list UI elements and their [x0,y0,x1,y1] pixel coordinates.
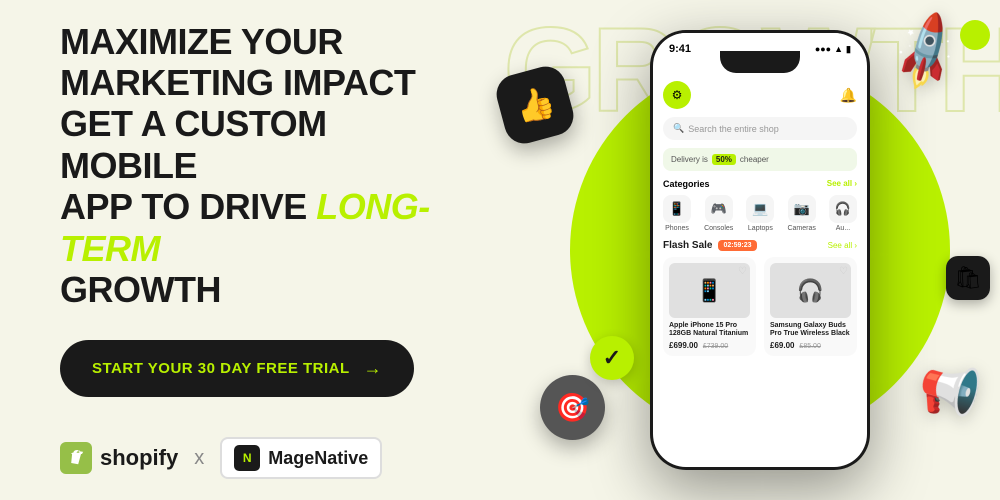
shopify-icon [60,442,92,474]
flash-sale-title-group: Flash Sale 02:59:23 [663,240,757,251]
flash-timer: 02:59:23 [718,240,756,251]
delivery-banner: Delivery is 50% cheaper [663,148,857,171]
cameras-icon: 📷 [788,195,816,223]
laptops-label: Laptops [748,225,773,232]
headline-line5: GROWTH [60,269,221,310]
cta-arrow-icon: → [364,358,383,379]
magenative-logo: N MageNative [220,437,382,479]
megaphone-icon: 📢 [911,354,986,427]
x-divider: x [194,447,204,470]
category-audio: 🎧 Au... [829,195,857,232]
delivery-suffix: cheaper [740,155,769,164]
search-placeholder: Search the entire shop [688,124,779,134]
products-row: 📱 ♡ Apple iPhone 15 Pro 128GB Natural Ti… [663,257,857,356]
store-icon: 🛍 [946,256,990,300]
wifi-icon: ▲ [834,44,843,54]
shopify-logo: shopify [60,442,178,474]
category-cameras: 📷 Cameras [787,195,815,232]
checkmark-icon: ✓ [590,336,634,380]
cta-label: START YOUR 30 DAY FREE TRIAL [92,360,350,377]
delivery-text: Delivery is [671,155,708,164]
cta-button[interactable]: START YOUR 30 DAY FREE TRIAL → [60,340,414,397]
phone-signal-icons: ●●● ▲ ▮ [815,44,851,55]
headline-line2: MARKETING IMPACT [60,62,415,103]
search-bar[interactable]: 🔍 Search the entire shop [663,117,857,140]
page-container: MAXIMIZE YOUR MARKETING IMPACT GET A CUS… [0,0,1000,500]
partners-row: shopify x N MageNative [60,437,470,479]
phone-notch [720,51,800,73]
buds-old-price: £85.00 [799,343,820,350]
iphone-price: £699.00 [669,341,698,350]
consoles-label: Consoles [704,225,733,232]
cameras-label: Cameras [787,225,815,232]
headline-line4: APP TO DRIVE [60,186,307,227]
product-buds[interactable]: 🎧 ♡ Samsung Galaxy Buds Pro True Wireles… [764,257,857,356]
buds-heart-icon[interactable]: ♡ [839,266,848,277]
headline-line1: MAXIMIZE YOUR [60,21,343,62]
headline-line3: GET A CUSTOM MOBILE [60,103,327,185]
consoles-icon: 🎮 [705,195,733,223]
category-phones: 📱 Phones [663,195,691,232]
iphone-pricing: £699.00 £739.00 [669,341,750,350]
delivery-pct: 50% [712,154,736,165]
magenative-text: MageNative [268,448,368,469]
app-logo: ⚙ [663,81,691,109]
shopify-text: shopify [100,445,178,471]
audio-icon: 🎧 [829,195,857,223]
categories-header: Categories See all › [663,179,857,189]
phone-screen: 9:41 ●●● ▲ ▮ ⚙ 🔔 🔍 [653,33,867,467]
iphone-old-price: £739.00 [703,343,728,350]
phones-label: Phones [665,225,689,232]
categories-see-all[interactable]: See all › [827,179,857,189]
category-laptops: 💻 Laptops [746,195,774,232]
green-dot [960,20,990,50]
buds-pricing: £69.00 £85.00 [770,341,851,350]
category-consoles: 🎮 Consoles [704,195,733,232]
left-panel: MAXIMIZE YOUR MARKETING IMPACT GET A CUS… [0,0,520,500]
iphone-image: 📱 ♡ [669,263,750,318]
categories-row: 📱 Phones 🎮 Consoles 💻 Laptops 📷 [663,195,857,232]
iphone-heart-icon[interactable]: ♡ [738,266,747,277]
phone-app-content: ⚙ 🔔 🔍 Search the entire shop Delivery is… [653,73,867,467]
categories-title: Categories [663,179,710,189]
target-icon: 🎯 [540,375,605,440]
buds-name: Samsung Galaxy Buds Pro True Wireless Bl… [770,322,851,339]
phone-mockup: 9:41 ●●● ▲ ▮ ⚙ 🔔 🔍 [650,30,870,470]
buds-image: 🎧 ♡ [770,263,851,318]
phone-time: 9:41 [669,43,691,55]
signal-icon: ●●● [815,44,831,54]
bell-icon: 🔔 [840,87,857,104]
headline: MAXIMIZE YOUR MARKETING IMPACT GET A CUS… [60,21,470,311]
flash-sale-header: Flash Sale 02:59:23 See all › [663,240,857,251]
iphone-name: Apple iPhone 15 Pro 128GB Natural Titani… [669,322,750,339]
app-header: ⚙ 🔔 [663,81,857,109]
buds-price: £69.00 [770,341,794,350]
battery-icon: ▮ [846,44,851,55]
audio-label: Au... [836,225,850,232]
flash-see-all[interactable]: See all › [828,241,857,250]
search-icon: 🔍 [673,123,684,134]
phones-icon: 📱 [663,195,691,223]
laptops-icon: 💻 [746,195,774,223]
product-iphone[interactable]: 📱 ♡ Apple iPhone 15 Pro 128GB Natural Ti… [663,257,756,356]
flash-sale-title: Flash Sale [663,240,712,251]
right-panel: GROWTH 👍 🚀 📢 🎯 ✓ 🛍 9:41 ●●● ▲ ▮ [520,0,1000,500]
magenative-icon: N [234,445,260,471]
